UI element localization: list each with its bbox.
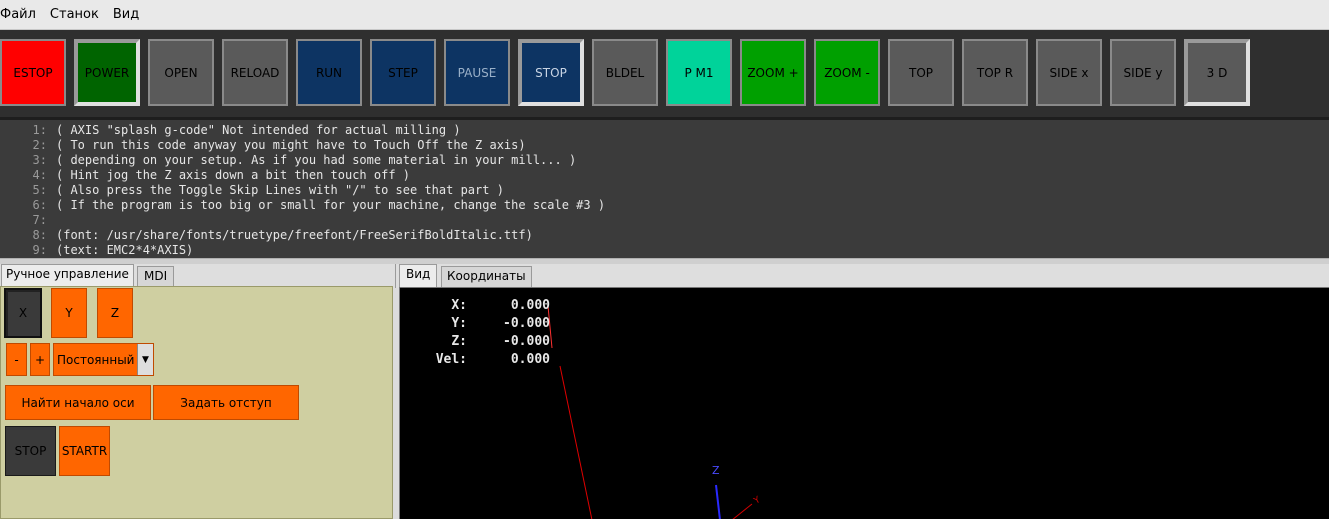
manual-control-panel: X Y Z - + Постоянный ▼ Найти начало оси … [0,286,393,519]
gcode-line-number: 8: [32,228,47,242]
toolpath-line [559,365,593,519]
tab-mdi[interactable]: MDI [137,266,175,287]
power-button[interactable]: POWER [74,39,140,106]
dro-label: Vel: [435,352,467,367]
step-button[interactable]: STEP [370,39,436,106]
dro-label: Z: [451,334,467,349]
jog-plus-button[interactable]: + [30,343,50,376]
axis-x-button[interactable]: X [4,288,42,338]
left-tab-bar: Ручное управление MDI [0,264,395,287]
gcode-line-text: (text: EMC2*4*AXIS) [56,243,194,257]
dro-value: 0.000 [510,352,550,367]
z-axis-label: Z [712,464,720,477]
gcode-listing[interactable]: 1: ( AXIS "splash g-code" Not intended fo… [0,117,1329,259]
dro-label: Y: [451,316,467,331]
jog-mode-value: Постоянный [57,352,135,367]
gcode-line[interactable]: 9: (text: EMC2*4*AXIS) [0,243,1329,258]
gcode-line[interactable]: 3: ( depending on your setup. As if you h… [0,153,1329,168]
dro-value: -0.000 [503,334,550,349]
bldel-button[interactable]: BLDEL [592,39,658,106]
reload-button[interactable]: RELOAD [222,39,288,106]
gcode-line-text: ( Also press the Toggle Skip Lines with … [56,183,504,197]
touch-off-button[interactable]: Задать отступ [153,385,299,420]
gcode-line-text: ( Hint jog the Z axis down a bit then to… [56,168,411,182]
axis-z-button[interactable]: Z [97,288,133,338]
z-axis-line [715,484,721,519]
view-side-y-button[interactable]: SIDE y [1110,39,1176,106]
gcode-line-text: ( To run this code anyway you might have… [56,138,526,152]
gcode-line[interactable]: 1: ( AXIS "splash g-code" Not intended fo… [0,123,1329,138]
gcode-line[interactable]: 5: ( Also press the Toggle Skip Lines wit… [0,183,1329,198]
gcode-line-number: 4: [32,168,47,182]
gcode-line-text: ( If the program is too big or small for… [56,198,606,212]
gcode-line-number: 1: [32,123,47,137]
gcode-line-number: 5: [32,183,47,197]
dro-label: X: [451,298,467,313]
tab-coordinates[interactable]: Координаты [441,266,532,287]
chevron-down-icon[interactable]: ▼ [137,344,153,375]
menubar: Файл Станок Вид [0,0,1329,30]
jog-mode-select[interactable]: Постоянный ▼ [53,343,154,376]
stop-button[interactable]: STOP [518,39,584,106]
run-button[interactable]: RUN [296,39,362,106]
gcode-line-number: 3: [32,153,47,167]
axis-y-button[interactable]: Y [51,288,87,338]
estop-button[interactable]: ESTOP [0,39,66,106]
right-tab-bar: Вид Координаты [395,264,1329,288]
spindle-start-button[interactable]: STARTR [59,426,110,476]
jog-minus-button[interactable]: - [6,343,27,376]
menu-file[interactable]: Файл [0,7,36,22]
tab-manual[interactable]: Ручное управление [1,264,134,287]
gcode-line-number: 7: [32,213,47,227]
y-axis-line [732,503,753,519]
view-top-button[interactable]: TOP [888,39,954,106]
gcode-line[interactable]: 8: (font: /usr/share/fonts/truetype/freef… [0,228,1329,243]
dro-value: 0.000 [510,298,550,313]
menu-machine[interactable]: Станок [50,7,99,22]
linuxcnc-window: Файл Станок Вид ESTOP POWER OPEN RELOAD RUN S… [0,0,1329,519]
view-top-rotated-button[interactable]: TOP R [962,39,1028,106]
pause-button[interactable]: PAUSE [444,39,510,106]
zoom-in-button[interactable]: ZOOM + [740,39,806,106]
zoom-out-button[interactable]: ZOOM - [814,39,880,106]
gcode-line-number: 2: [32,138,47,152]
view-3d-button[interactable]: 3 D [1184,39,1250,106]
gcode-line-text: ( AXIS "splash g-code" Not intended for … [56,123,461,137]
y-axis-label: Y [752,495,763,507]
gcode-line[interactable]: 2: ( To run this code anyway you might ha… [0,138,1329,153]
dro-value: -0.000 [503,316,550,331]
gcode-line-number: 9: [32,243,47,257]
view-side-x-button[interactable]: SIDE x [1036,39,1102,106]
gcode-line-text: ( depending on your setup. As if you had… [56,153,577,167]
tab-preview[interactable]: Вид [399,264,438,287]
spindle-stop-button[interactable]: STOP [5,426,56,476]
open-button[interactable]: OPEN [148,39,214,106]
home-axis-button[interactable]: Найти начало оси [5,385,151,420]
pm1-button[interactable]: P M1 [666,39,732,106]
toolbar: ESTOP POWER OPEN RELOAD RUN STEP PAUSE STOP BLDE… [0,30,1329,117]
gcode-line[interactable]: 4: ( Hint jog the Z axis down a bit then … [0,168,1329,183]
gcode-line-text: (font: /usr/share/fonts/truetype/freefon… [56,228,533,242]
gcode-line[interactable]: 6: ( If the program is too big or small f… [0,198,1329,213]
menu-view[interactable]: Вид [113,7,139,22]
toolpath-preview[interactable]: Z Y X: 0.000 Y: -0.000 Z: -0.000 Vel: 0.000 [399,287,1329,519]
gcode-line[interactable]: 7: [0,213,1329,228]
gcode-line-number: 6: [32,198,47,212]
